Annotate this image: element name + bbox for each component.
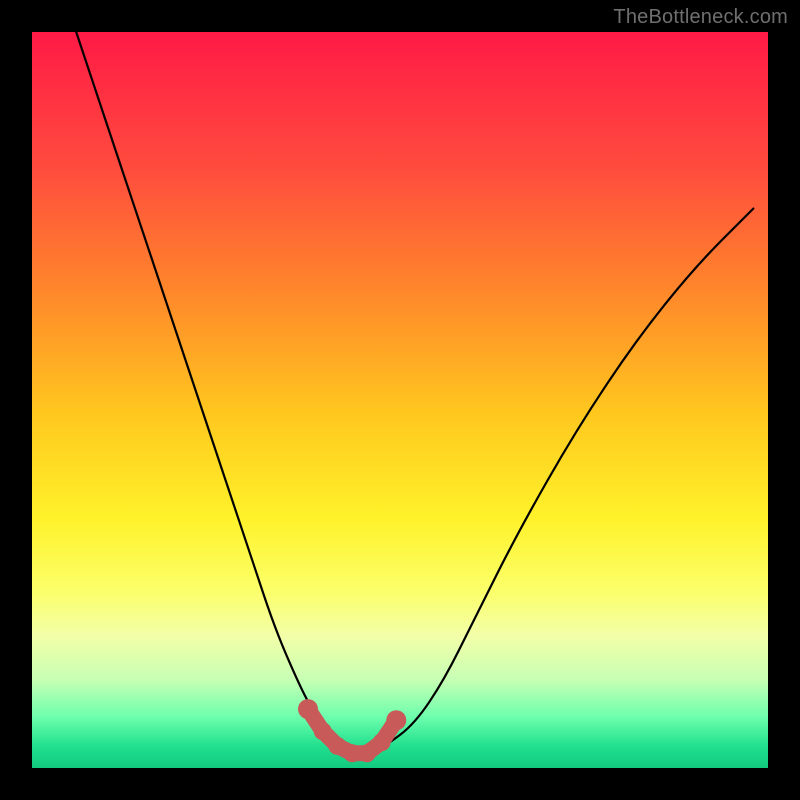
trough-dot — [386, 710, 406, 730]
trough-dot — [373, 733, 391, 751]
bottleneck-curve — [76, 32, 753, 753]
trough-dot — [358, 744, 376, 762]
chart-plot-area — [32, 32, 768, 768]
watermark-text: TheBottleneck.com — [613, 6, 788, 29]
trough-dot — [298, 699, 318, 719]
trough-dot — [314, 722, 332, 740]
chart-svg — [32, 32, 768, 768]
trough-highlight-dots — [298, 699, 406, 762]
